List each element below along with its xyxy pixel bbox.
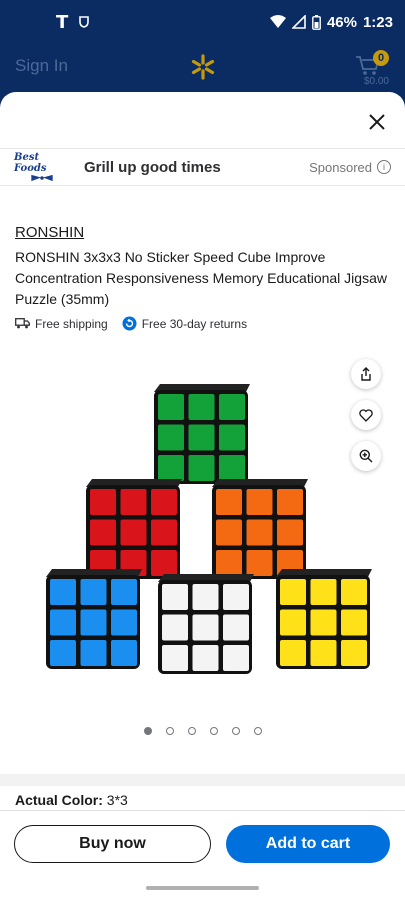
signal-icon: [291, 15, 306, 29]
wifi-icon: [269, 15, 286, 28]
image-carousel-dots: [0, 727, 405, 735]
product-brand-link[interactable]: RONSHIN: [15, 224, 84, 241]
returns-icon: [122, 316, 137, 331]
walmart-spark-icon[interactable]: [190, 54, 216, 80]
carousel-dot[interactable]: [143, 727, 152, 735]
carousel-dot[interactable]: [209, 727, 218, 735]
carousel-dot[interactable]: [187, 727, 196, 735]
cart-button[interactable]: 0 $0.00: [351, 48, 391, 90]
puzzle-cube: [276, 569, 372, 669]
buy-now-button[interactable]: Buy now: [14, 825, 211, 863]
purchase-bar: Buy now Add to cart: [0, 810, 405, 900]
close-icon: [369, 114, 385, 130]
home-indicator[interactable]: [146, 886, 259, 890]
carousel-dot[interactable]: [253, 727, 262, 735]
carrier-logo: T: [56, 11, 69, 33]
free-returns-text: Free 30-day returns: [141, 316, 248, 331]
puzzle-cube: [154, 384, 250, 484]
add-to-cart-button[interactable]: Add to cart: [226, 825, 390, 863]
sponsored-banner[interactable]: Best Foods Grill up good times Sponsored…: [0, 148, 405, 186]
product-title: RONSHIN 3x3x3 No Sticker Speed Cube Impr…: [15, 249, 387, 307]
battery-percent: 46%: [326, 13, 357, 31]
actual-color-row: Actual Color: 3*3: [15, 792, 128, 808]
sponsor-title: Grill up good times: [84, 158, 221, 176]
truck-icon: [15, 318, 30, 329]
best-foods-logo: Best Foods: [14, 152, 70, 182]
heart-icon: [359, 408, 373, 422]
share-icon: [361, 367, 371, 381]
fulfillment-badges: Free shipping Free 30-day returns: [15, 316, 247, 331]
battery-icon: [312, 14, 321, 30]
cart-count-badge: 0: [373, 50, 389, 66]
actual-color-label: Actual Color:: [15, 792, 103, 808]
shield-icon: [79, 16, 90, 28]
sponsor-brand: Best Foods: [14, 152, 47, 174]
zoom-button[interactable]: [351, 441, 381, 471]
puzzle-cube: [46, 569, 142, 669]
favorite-button[interactable]: [351, 400, 381, 430]
carousel-dot[interactable]: [165, 727, 174, 735]
actual-color-value: 3*3: [106, 792, 128, 808]
section-divider: [0, 774, 405, 786]
product-image-cubes[interactable]: [30, 354, 375, 704]
free-returns-badge: Free 30-day returns: [122, 316, 247, 331]
share-button[interactable]: [351, 359, 381, 389]
free-shipping-badge: Free shipping: [15, 317, 108, 331]
clock: 1:23: [362, 13, 393, 31]
close-button[interactable]: [363, 108, 391, 136]
zoom-in-icon: [359, 449, 373, 463]
sign-in-link[interactable]: Sign In: [15, 56, 68, 76]
sponsored-text: Sponsored: [309, 159, 372, 175]
puzzle-cube: [158, 574, 254, 674]
status-bar: T 46% 1:23: [0, 0, 405, 44]
puzzle-cube: [212, 479, 308, 579]
carousel-dot[interactable]: [231, 727, 240, 735]
app-header: Sign In 0 $0.00: [0, 44, 405, 92]
cart-total: $0.00: [363, 76, 389, 87]
free-shipping-text: Free shipping: [35, 316, 108, 331]
info-icon[interactable]: i: [377, 160, 391, 174]
ribbon-icon: [31, 174, 53, 182]
sponsored-label[interactable]: Sponsored i: [309, 160, 391, 175]
product-sheet: Best Foods Grill up good times Sponsored…: [0, 92, 405, 900]
puzzle-cube: [86, 479, 182, 579]
